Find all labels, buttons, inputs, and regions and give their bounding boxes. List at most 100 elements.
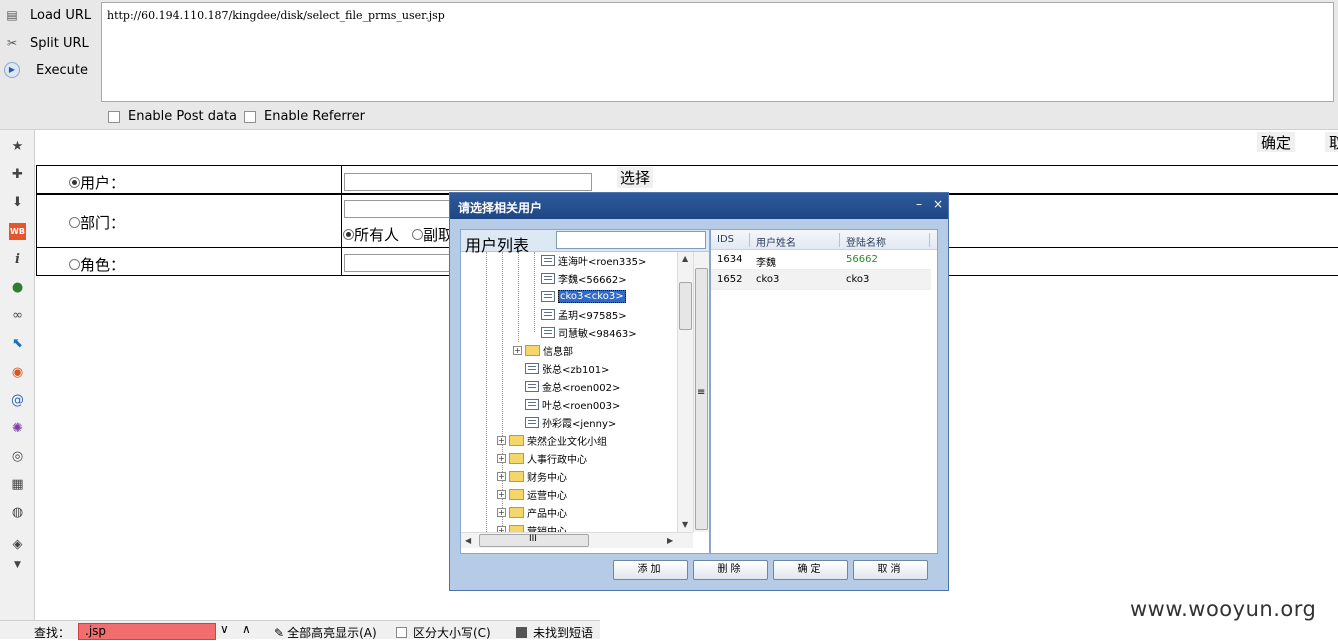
tree-node-label: 营销中心 [527, 526, 567, 533]
select-button[interactable]: 选择 [617, 167, 654, 188]
tree-folder-node[interactable]: + 营销中心 [497, 522, 567, 532]
checkbox-box[interactable] [108, 110, 120, 123]
all-people-radio[interactable] [343, 229, 354, 240]
grid-header-name[interactable]: 用户姓名 [756, 234, 796, 249]
grid-header-login[interactable]: 登陆名称 [846, 234, 886, 249]
enable-referrer-label: Enable Referrer [264, 109, 365, 124]
tree-folder-node[interactable]: + 荣然企业文化小组 [497, 432, 607, 448]
checkbox-box[interactable] [244, 110, 256, 123]
grid-cell-name: cko3 [756, 274, 780, 285]
user-input[interactable] [344, 173, 592, 191]
match-case-option[interactable]: 区分大小写(C) [396, 624, 491, 641]
tree-horizontal-scrollbar[interactable]: ◀ III ▶ [461, 532, 693, 548]
user-radio-option[interactable]: 用户： [69, 172, 125, 193]
grid-header-ids[interactable]: IDS [717, 234, 734, 245]
cancel-button[interactable]: 取消 [853, 560, 928, 580]
url-textarea[interactable]: http://60.194.110.187/kingdee/disk/selec… [101, 2, 1334, 102]
scroll-thumb[interactable] [679, 282, 692, 330]
puzzle-icon[interactable]: ✚ [9, 166, 26, 183]
cancel-button[interactable]: 取 [1325, 132, 1338, 152]
tree-folder-node[interactable]: + 产品中心 [497, 504, 567, 520]
add-button[interactable]: 添加 [613, 560, 688, 580]
find-next-icon[interactable]: ∨ [220, 622, 229, 636]
column-separator [749, 233, 750, 247]
tree-user-node-selected[interactable]: cko3<cko3> [541, 288, 626, 304]
enable-post-checkbox[interactable]: Enable Post data [108, 109, 237, 124]
execute-button[interactable]: ▶ Execute [4, 59, 88, 81]
find-previous-icon[interactable]: ∧ [242, 622, 251, 636]
tag-icon[interactable]: ◈ [9, 536, 26, 553]
outer-vertical-scrollbar[interactable]: ≡ [693, 252, 709, 532]
scroll-right-icon[interactable]: ▶ [667, 536, 673, 545]
dialog-title[interactable]: 请选择相关用户 [450, 193, 948, 219]
role-radio[interactable] [69, 259, 80, 270]
expand-icon[interactable]: + [497, 489, 506, 499]
tree-user-node[interactable]: 连海叶<roen335> [541, 252, 646, 268]
tree-user-node[interactable]: 司慧敏<98463> [541, 324, 637, 340]
play-icon: ▶ [4, 62, 20, 78]
expand-icon[interactable]: + [497, 507, 506, 517]
tree-user-node[interactable]: 李魏<56662> [541, 270, 627, 286]
tree-node-label: 信息部 [543, 346, 573, 358]
expand-icon[interactable]: + [497, 453, 506, 463]
scroll-thumb[interactable] [695, 268, 708, 530]
expand-icon[interactable]: + [497, 471, 506, 481]
user-card-icon [541, 272, 555, 284]
pointer-icon[interactable]: ⬉ [9, 335, 26, 352]
scroll-left-icon[interactable]: ◀ [465, 536, 471, 545]
deputy-radio[interactable] [412, 229, 423, 240]
tree-user-node[interactable]: 叶总<roen003> [525, 396, 620, 412]
find-input[interactable]: .jsp [78, 623, 216, 640]
all-people-radio-option[interactable]: 所有人 [343, 224, 399, 245]
role-radio-option[interactable]: 角色： [69, 254, 125, 275]
grid-header: IDS 用户姓名 登陆名称 [711, 230, 937, 250]
tree-user-node[interactable]: 孟玥<97585> [541, 306, 627, 322]
split-url-button[interactable]: ✂ Split URL [4, 32, 89, 54]
tree-user-node[interactable]: 孙彩霞<jenny> [525, 414, 616, 430]
weibo-icon[interactable]: WB [9, 223, 26, 240]
grid-row[interactable]: 1652 cko3 cko3 [711, 270, 931, 290]
tree-folder-node[interactable]: + 运营中心 [497, 486, 567, 502]
firefox-icon[interactable]: ◉ [9, 364, 26, 381]
minimize-button[interactable]: – [916, 197, 922, 211]
globe-icon[interactable]: ● [9, 279, 26, 296]
tree-folder-node[interactable]: + 信息部 [513, 342, 573, 358]
expand-icon[interactable]: + [497, 435, 506, 445]
deputy-radio-option[interactable]: 副取 [412, 224, 453, 245]
info-icon[interactable]: i [9, 251, 26, 268]
link-icon[interactable]: ∞ [9, 307, 26, 324]
layout-icon[interactable]: ▦ [9, 476, 26, 493]
scissors-icon: ✂ [6, 36, 18, 50]
highlight-all-label: 全部高亮显示(A) [287, 626, 377, 640]
virus-icon[interactable]: ✺ [9, 420, 26, 437]
ok-button[interactable]: 确定 [773, 560, 848, 580]
tree-user-node[interactable]: 金总<roen002> [525, 378, 620, 394]
confirm-button[interactable]: 确定 [1257, 132, 1296, 152]
dept-radio[interactable] [69, 217, 80, 228]
download-icon[interactable]: ⬇ [9, 194, 26, 211]
scroll-down-icon[interactable]: ▼ [682, 520, 688, 529]
tree-user-node[interactable]: 张总<zb101> [525, 360, 609, 376]
world-icon[interactable]: ◍ [9, 504, 26, 521]
enable-referrer-checkbox[interactable]: Enable Referrer [244, 109, 365, 124]
user-radio[interactable] [69, 177, 80, 188]
delete-button[interactable]: 删除 [693, 560, 768, 580]
palette-icon[interactable]: ◎ [9, 448, 26, 465]
chevron-down-icon[interactable]: ▼ [9, 556, 26, 573]
tree-node-label: 孟玥<97585> [558, 310, 627, 322]
close-button[interactable]: × [933, 197, 943, 211]
user-search-input[interactable] [556, 231, 706, 249]
match-case-checkbox[interactable] [396, 627, 407, 638]
load-url-button[interactable]: ▤ Load URL [4, 4, 91, 26]
dept-radio-option[interactable]: 部门： [69, 212, 125, 233]
user-card-icon [541, 254, 555, 266]
scroll-up-icon[interactable]: ▲ [682, 254, 688, 263]
grid-row[interactable]: 1634 李魏 56662 [711, 250, 931, 270]
swirl-icon[interactable]: @ [9, 392, 26, 409]
expand-icon[interactable]: + [513, 345, 522, 355]
tree-vertical-scrollbar[interactable]: ▲ ▼ [677, 252, 693, 532]
highlight-all-option[interactable]: ✎ 全部高亮显示(A) [274, 624, 377, 641]
star-icon[interactable]: ★ [9, 138, 26, 155]
tree-folder-node[interactable]: + 人事行政中心 [497, 450, 587, 466]
tree-folder-node[interactable]: + 财务中心 [497, 468, 567, 484]
